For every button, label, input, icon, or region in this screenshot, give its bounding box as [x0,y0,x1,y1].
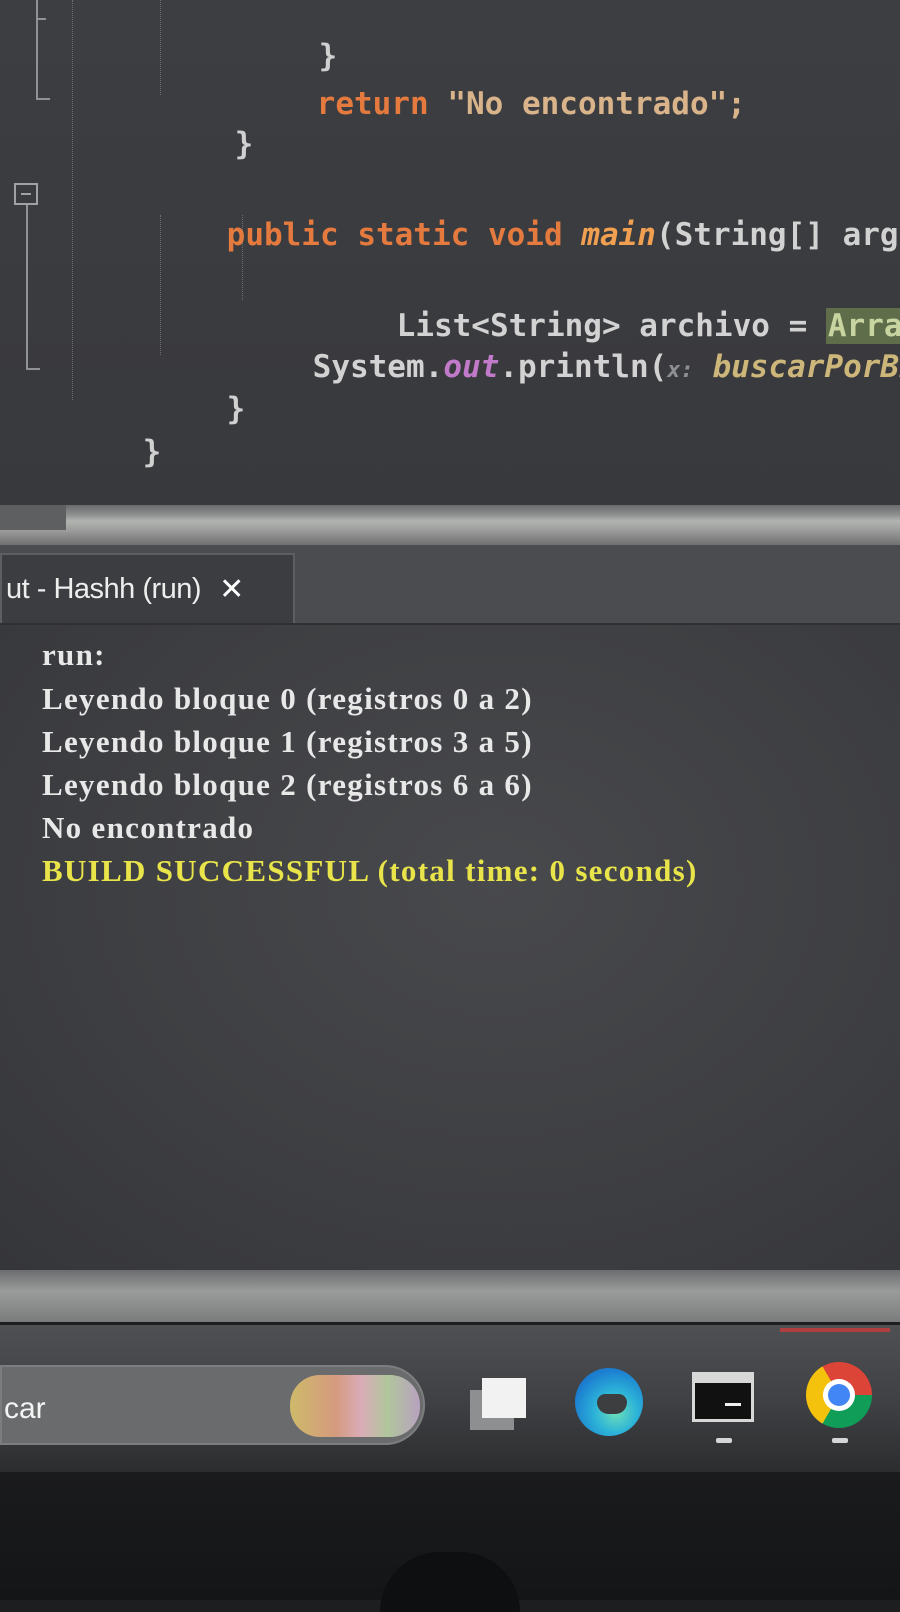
fold-guide [26,205,28,370]
running-indicator [716,1438,732,1443]
output-line: Leyendo bloque 0 (registros 0 a 2) [42,681,533,716]
chrome-icon[interactable] [806,1362,872,1428]
return-keyword: return [316,86,429,122]
method-name: main [581,217,656,253]
indent-guide [72,0,73,400]
search-placeholder: car [4,1392,46,1425]
system-class: System. [312,349,444,385]
panel-splitter[interactable] [0,505,900,545]
closing-brace: } [234,126,254,162]
fold-guide-tick [36,18,46,20]
method-signature: (String[] arg [655,217,899,253]
terminal-icon[interactable] [692,1372,754,1422]
closing-brace: } [142,434,162,470]
status-strip [0,1270,900,1322]
code-line: } [152,355,246,463]
output-line: Leyendo bloque 2 (registros 6 a 6) [42,767,533,802]
build-status-line: BUILD SUCCESSFUL (total time: 0 seconds) [42,853,698,888]
running-indicator [832,1438,848,1443]
closing-brace: } [226,391,246,427]
out-field: out [443,349,500,385]
output-console[interactable]: run: Leyendo bloque 0 (registros 0 a 2) … [0,625,900,1270]
code-editor[interactable]: } return "No encontrado"; } public stati… [0,0,900,505]
output-tab-bar: ut - Hashh (run) ✕ [0,545,900,625]
method-call: buscarPorBi [693,349,900,385]
indent-guide [160,0,161,95]
println-call: .println( [499,349,668,385]
output-line: run: [42,637,106,672]
close-icon[interactable]: ✕ [219,572,244,607]
accent-line [780,1328,890,1332]
code-line: return "No encontrado"; [242,50,746,158]
void-keyword: void [487,217,563,253]
tab-output-run[interactable]: ut - Hashh (run) ✕ [0,553,295,623]
edge-icon[interactable] [575,1368,643,1436]
fold-guide [36,0,38,100]
static-keyword: static [357,217,470,253]
fold-collapse-icon[interactable] [14,183,38,205]
fold-guide-end [36,98,50,100]
bezel-shadow [380,1552,520,1612]
string-literal: "No encontrado"; [447,86,746,122]
output-line: No encontrado [42,810,255,845]
code-line: System.out.println(x: buscarPorBi [238,313,900,425]
code-line: } [68,398,162,505]
parameter-hint: x: [667,358,694,383]
output-line: Leyendo bloque 1 (registros 3 a 5) [42,724,533,759]
splitter-left-block [0,505,66,530]
task-view-icon[interactable] [460,1372,530,1434]
monitor-bezel [0,1472,900,1612]
fold-guide-end [26,368,40,370]
public-keyword: public [226,217,339,253]
search-highlight-art [290,1375,420,1437]
tab-label: ut - Hashh (run) [6,572,202,605]
